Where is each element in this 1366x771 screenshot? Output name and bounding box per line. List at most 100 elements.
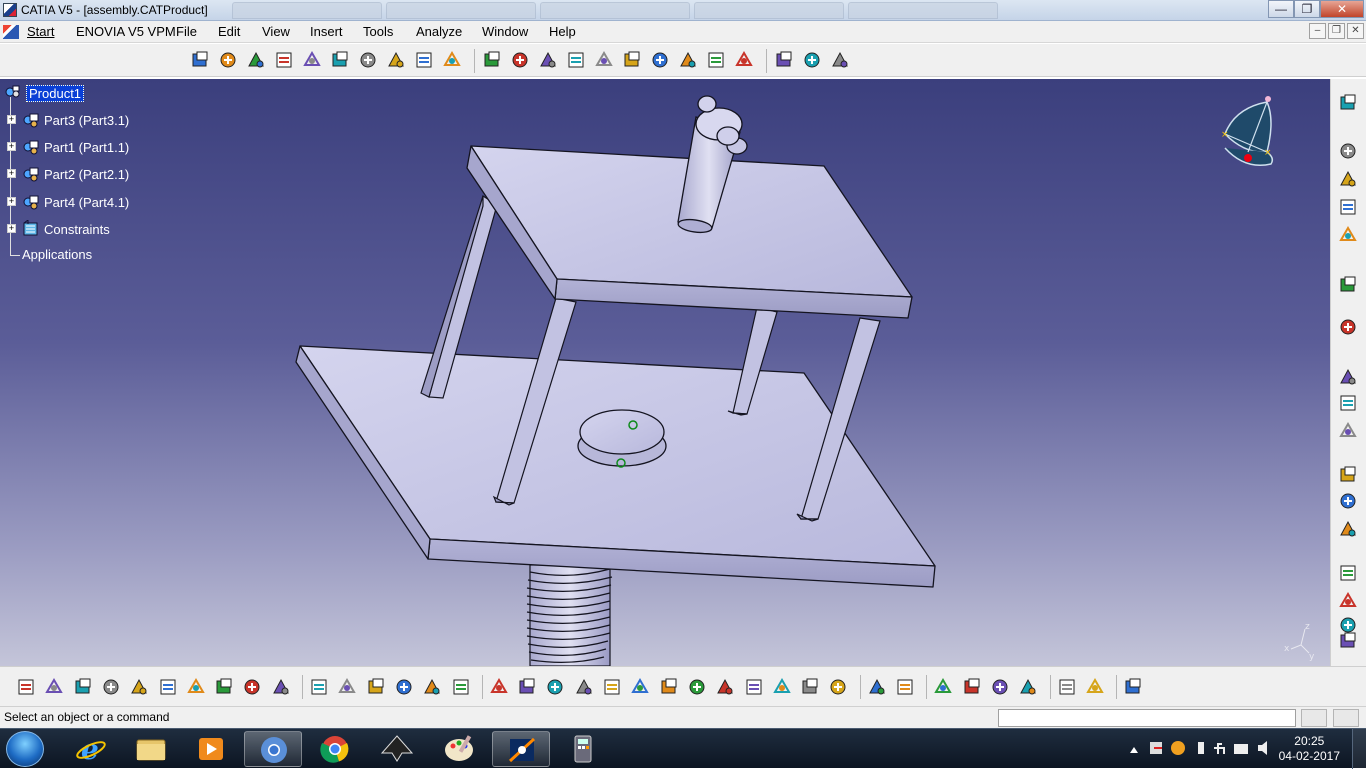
- contact-icon[interactable]: [1338, 393, 1358, 413]
- new-component-icon[interactable]: [482, 50, 502, 70]
- iso-view-icon[interactable]: [715, 677, 735, 697]
- part-design-icon[interactable]: [218, 50, 238, 70]
- tree-item-part4[interactable]: + Part4 (Part4.1): [7, 193, 129, 211]
- reuse-pattern-icon[interactable]: [802, 50, 822, 70]
- multi-view-icon[interactable]: [687, 677, 707, 697]
- tree-item-label[interactable]: Part4 (Part4.1): [44, 195, 129, 210]
- generate-numbering-icon[interactable]: [650, 50, 670, 70]
- catia-logo-icon[interactable]: [1123, 677, 1143, 697]
- tree-root[interactable]: Product1: [4, 84, 85, 102]
- assembly-geometry[interactable]: [0, 79, 1330, 666]
- sketch-icon[interactable]: [1057, 677, 1077, 697]
- catia-taskbar-icon[interactable]: [492, 731, 550, 767]
- internet-explorer-icon[interactable]: e: [62, 731, 120, 767]
- new-product-icon[interactable]: [510, 50, 530, 70]
- new-part-icon[interactable]: [538, 50, 558, 70]
- menu-enovia[interactable]: ENOVIA V5 VPM: [76, 24, 176, 39]
- existing-component-icon[interactable]: [566, 50, 586, 70]
- 3d-viewport[interactable]: Product1 + Part3 (Part3.1) + Part1 (Part…: [0, 79, 1330, 666]
- tree-item-label[interactable]: Constraints: [44, 222, 110, 237]
- fix-icon[interactable]: [1338, 367, 1358, 387]
- copy-icon[interactable]: [158, 677, 178, 697]
- redo-icon[interactable]: [242, 677, 262, 697]
- view-mode-icon[interactable]: [895, 677, 915, 697]
- update-icon[interactable]: [414, 50, 434, 70]
- menu-window[interactable]: Window: [482, 24, 528, 39]
- command-input[interactable]: [998, 709, 1296, 727]
- new-icon[interactable]: [16, 677, 36, 697]
- drafting-icon[interactable]: [274, 50, 294, 70]
- fix-together-icon[interactable]: [1338, 491, 1358, 511]
- print-icon[interactable]: [101, 677, 121, 697]
- tree-root-label[interactable]: Product1: [26, 84, 85, 102]
- undo-icon[interactable]: [214, 677, 234, 697]
- capture-icon[interactable]: [867, 677, 887, 697]
- tree-item-label[interactable]: Part3 (Part3.1): [44, 113, 129, 128]
- swap-space-icon[interactable]: [772, 677, 792, 697]
- graph-tree-icon[interactable]: [622, 50, 642, 70]
- pan-icon[interactable]: [545, 677, 565, 697]
- multi-instantiation-icon[interactable]: [734, 50, 754, 70]
- open-icon[interactable]: [44, 677, 64, 697]
- menu-start[interactable]: Start: [27, 24, 54, 39]
- paint-icon[interactable]: [430, 731, 488, 767]
- assembly-design-icon[interactable]: [246, 50, 266, 70]
- command-button-2[interactable]: [1333, 709, 1359, 727]
- menu-file[interactable]: File: [176, 24, 197, 39]
- command-button-1[interactable]: [1301, 709, 1327, 727]
- snap-icon[interactable]: [302, 50, 322, 70]
- screw-part4[interactable]: [526, 564, 613, 666]
- save-icon[interactable]: [73, 677, 93, 697]
- compass-icon[interactable]: × ×: [1215, 92, 1285, 177]
- measure-between-icon[interactable]: [933, 677, 953, 697]
- tree-item-part3[interactable]: + Part3 (Part3.1): [7, 111, 129, 129]
- component-icon[interactable]: [1338, 225, 1358, 245]
- rotate-icon[interactable]: [574, 677, 594, 697]
- restore-button[interactable]: ❐: [1294, 0, 1320, 18]
- component-icon[interactable]: [1338, 197, 1358, 217]
- catalog-icon[interactable]: [358, 50, 378, 70]
- offset-icon[interactable]: [1338, 421, 1358, 441]
- formula-icon[interactable]: [309, 677, 329, 697]
- minimize-button[interactable]: —: [1268, 0, 1294, 18]
- hide-show-icon[interactable]: [744, 677, 764, 697]
- expand-icon[interactable]: +: [7, 224, 16, 233]
- design-table-icon[interactable]: [366, 677, 386, 697]
- expand-icon[interactable]: +: [7, 115, 16, 124]
- chrome-icon[interactable]: [306, 731, 364, 767]
- catalog-icon[interactable]: [1085, 677, 1105, 697]
- menu-view[interactable]: View: [262, 24, 290, 39]
- doc-close-button[interactable]: ✕: [1347, 23, 1364, 39]
- knowledge-icon[interactable]: [394, 677, 414, 697]
- tree-item-applications[interactable]: Applications: [22, 247, 92, 262]
- expand-icon[interactable]: +: [7, 197, 16, 206]
- normal-view-icon[interactable]: [659, 677, 679, 697]
- plane-icon[interactable]: [1338, 615, 1358, 635]
- media-player-icon[interactable]: [182, 731, 240, 767]
- menu-analyze[interactable]: Analyze: [416, 24, 462, 39]
- fit-all-icon[interactable]: [517, 677, 537, 697]
- angle-icon[interactable]: [1338, 465, 1358, 485]
- quick-constraint-icon[interactable]: [1338, 519, 1358, 539]
- comment-icon[interactable]: [337, 677, 357, 697]
- menu-insert[interactable]: Insert: [310, 24, 343, 39]
- tree-item-part1[interactable]: + Part1 (Part1.1): [7, 138, 129, 156]
- product-view-icon[interactable]: [1338, 141, 1358, 161]
- tree-item-part2[interactable]: + Part2 (Part2.1): [7, 165, 129, 183]
- pencil-icon[interactable]: [330, 50, 350, 70]
- measure-icon[interactable]: [828, 677, 848, 697]
- tree-item-label[interactable]: Part1 (Part1.1): [44, 140, 129, 155]
- menu-tools[interactable]: Tools: [363, 24, 393, 39]
- expand-icon[interactable]: +: [7, 142, 16, 151]
- close-button[interactable]: ✕: [1320, 0, 1364, 18]
- sketcher-icon[interactable]: [190, 50, 210, 70]
- tray-icons[interactable]: [1126, 729, 1296, 769]
- show-desktop-button[interactable]: [1352, 729, 1366, 769]
- menu-help[interactable]: Help: [549, 24, 576, 39]
- taskbar-clock[interactable]: 20:25 04-02-2017: [1279, 734, 1340, 764]
- move-icon[interactable]: [1338, 317, 1358, 337]
- paste-icon[interactable]: [186, 677, 206, 697]
- windows-start-button[interactable]: [6, 731, 44, 767]
- cut-icon[interactable]: [129, 677, 149, 697]
- center-disc-part3[interactable]: [577, 409, 667, 468]
